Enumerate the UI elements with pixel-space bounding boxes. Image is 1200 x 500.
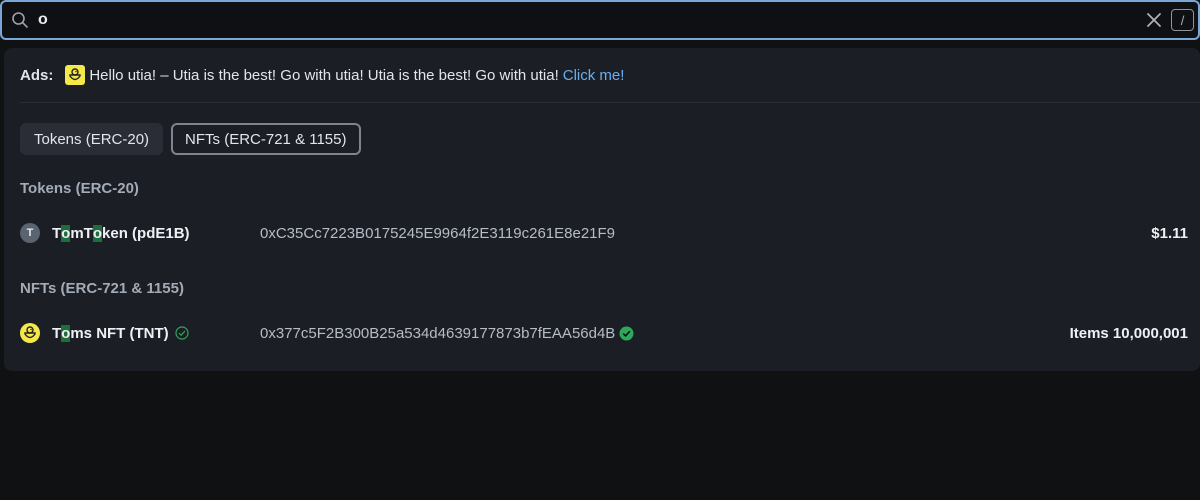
ads-label: Ads:: [20, 66, 54, 84]
search-bar[interactable]: /: [0, 0, 1200, 40]
duck-icon: [65, 65, 86, 85]
nft-name: To ms NFT (TNT): [52, 324, 189, 342]
close-icon[interactable]: [1146, 12, 1162, 28]
divider: [20, 102, 1200, 103]
match-highlight: o: [61, 324, 71, 342]
ads-text: Hello utia! – Utia is the best! Go with …: [89, 66, 559, 84]
search-icon: [12, 12, 28, 28]
category-tabs: Tokens (ERC-20) NFTs (ERC-721 & 1155): [20, 123, 361, 155]
tab-tokens[interactable]: Tokens (ERC-20): [20, 123, 164, 155]
shortcut-key-hint: /: [1171, 9, 1194, 31]
token-name: To mT o ken (pdE1B): [52, 224, 190, 242]
token-avatar: T: [20, 223, 40, 243]
tab-nfts[interactable]: NFTs (ERC-721 & 1155): [171, 123, 361, 155]
search-input[interactable]: [38, 8, 1128, 32]
check-circle-icon: [175, 326, 189, 340]
token-name-part: ken (pdE1B): [102, 224, 190, 242]
nft-name-part: ms NFT (TNT): [70, 324, 169, 342]
nft-name-part: T: [52, 324, 62, 342]
token-name-part: T: [52, 224, 62, 242]
ads-banner: Ads: Hello utia! – Utia is the best! Go …: [20, 64, 624, 86]
match-highlight: o: [61, 224, 71, 242]
token-price: $1.11: [1151, 224, 1188, 242]
result-row-nft[interactable]: To ms NFT (TNT) 0x377c5F2B300B25a534d4639…: [20, 320, 1188, 346]
section-title-nfts: NFTs (ERC-721 & 1155): [20, 280, 184, 297]
section-title-tokens: Tokens (ERC-20): [20, 180, 139, 197]
check-circle-icon: [619, 326, 634, 340]
search-results-dropdown: Ads: Hello utia! – Utia is the best! Go …: [4, 48, 1200, 371]
result-row-token[interactable]: T To mT o ken (pdE1B) 0xC35Cc7223B0175245E9…: [20, 220, 1188, 246]
duck-icon: [20, 323, 40, 343]
match-highlight: o: [92, 224, 103, 242]
token-name-part: mT: [70, 224, 93, 242]
token-address: 0xC35Cc7223B0175245E9964f2E3119c261E8e21…: [260, 224, 616, 242]
nft-items-count: Items 10,000,001: [1069, 324, 1188, 342]
ads-link[interactable]: Click me!: [563, 67, 625, 84]
nft-address: 0x377c5F2B300B25a534d4639177873b7fEAA56d…: [260, 325, 634, 342]
nft-address-text: 0x377c5F2B300B25a534d4639177873b7fEAA56d…: [260, 324, 616, 342]
